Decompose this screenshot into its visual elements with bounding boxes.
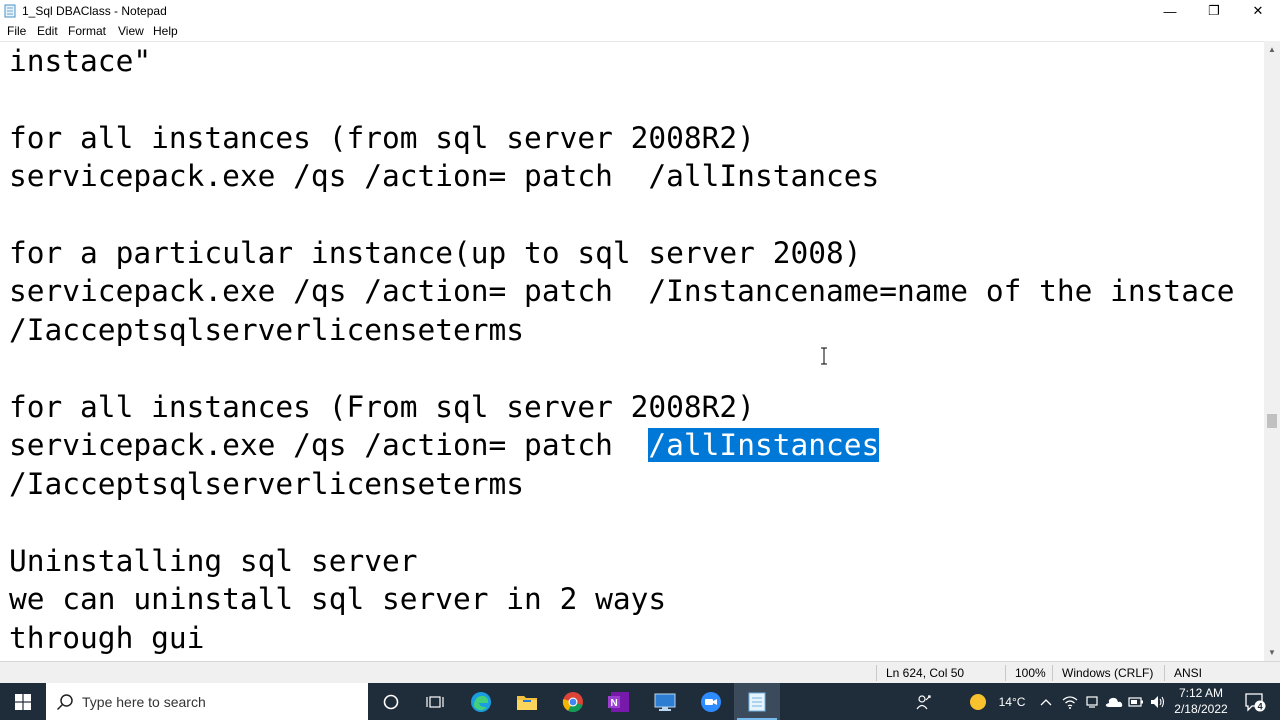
weather-temperature: 14°C (998, 694, 1026, 709)
editor-line: servicepack.exe /qs /action= patch /Inst… (9, 274, 1235, 308)
close-icon: ✕ (1252, 3, 1264, 18)
restore-icon: ❐ (1208, 3, 1220, 18)
taskbar-chrome[interactable] (550, 683, 596, 720)
editor-line: for all instances (From sql server 2008R… (9, 390, 755, 424)
task-view-button[interactable] (412, 683, 458, 720)
volume-button[interactable] (1148, 683, 1168, 720)
wifi-icon (1062, 695, 1078, 709)
editor-line: we can uninstall sql server in 2 ways (9, 582, 667, 616)
scroll-down-icon: ▼ (1268, 648, 1276, 657)
menu-file[interactable]: File (7, 24, 26, 38)
start-button[interactable] (0, 683, 46, 720)
menu-format[interactable]: Format (68, 24, 106, 38)
menu-bar: File Edit Format View Help (0, 22, 1280, 41)
chevron-up-icon (1040, 698, 1052, 705)
task-view-icon (426, 695, 444, 708)
notepad-icon (748, 692, 766, 711)
cloud-icon (1105, 697, 1123, 707)
line-ending: Windows (CRLF) (1062, 666, 1154, 680)
device-icon (1086, 695, 1098, 708)
vertical-scrollbar[interactable]: ▲ ▼ (1264, 41, 1280, 661)
notification-count: 4 (1258, 701, 1263, 711)
window-title: 1_Sql DBAClass - Notepad (22, 4, 167, 18)
cortana-button[interactable] (368, 683, 414, 720)
weather-widget[interactable] (966, 683, 990, 720)
taskbar-notepad[interactable] (734, 683, 780, 720)
menu-help[interactable]: Help (153, 24, 178, 38)
onenote-icon: N (608, 691, 629, 712)
editor-line: /Iacceptsqlserverlicenseterms (9, 467, 525, 501)
status-divider (876, 665, 877, 681)
editor-line: instace" (9, 44, 152, 78)
clock-time: 7:12 AM (1178, 686, 1224, 700)
editor-line: servicepack.exe /qs /action= patch /allI… (9, 159, 880, 193)
editor-line: for a particular instance(up to sql serv… (9, 236, 862, 270)
taskbar-file-explorer[interactable] (504, 683, 550, 720)
search-icon (56, 694, 73, 711)
power-button[interactable] (1126, 683, 1146, 720)
editor-line-text: servicepack.exe /qs /action= patch (9, 428, 649, 462)
status-bar: Ln 624, Col 50 100% Windows (CRLF) ANSI (0, 661, 1280, 684)
taskbar-zoom[interactable] (688, 683, 734, 720)
editor-line: Uninstalling sql server (9, 544, 418, 578)
device-button[interactable] (1082, 683, 1102, 720)
people-button[interactable] (912, 683, 936, 720)
cortana-icon (383, 694, 399, 709)
minimize-button[interactable]: — (1148, 0, 1192, 22)
sun-icon (970, 693, 986, 710)
menu-view[interactable]: View (118, 24, 144, 38)
cursor-position: Ln 624, Col 50 (886, 666, 965, 680)
windows-logo-icon (15, 693, 31, 710)
editor-line: /Iacceptsqlserverlicenseterms (9, 313, 525, 347)
editor-line: for all instances (from sql server 2008R… (9, 121, 755, 155)
status-divider (1052, 665, 1053, 681)
scroll-up-icon: ▲ (1268, 45, 1276, 54)
taskbar-clock[interactable]: 7:12 AM 2/18/2022 (1166, 685, 1236, 717)
maximize-button[interactable]: ❐ (1192, 0, 1236, 22)
text-cursor-icon (821, 347, 827, 365)
show-hidden-icons-button[interactable] (1036, 683, 1056, 720)
file-explorer-icon (517, 695, 537, 710)
network-button[interactable] (1060, 683, 1080, 720)
taskbar-remote-desktop[interactable] (642, 683, 688, 720)
action-center-button[interactable]: 4 (1238, 683, 1272, 720)
selected-text: /allInstances (648, 428, 880, 462)
onedrive-button[interactable] (1104, 683, 1124, 720)
editor-line: servicepack.exe /qs /action= patch /allI… (9, 426, 880, 464)
speaker-icon (1151, 695, 1165, 708)
text-editor[interactable]: instace" for all instances (from sql ser… (0, 41, 1264, 662)
edge-icon (471, 691, 491, 712)
battery-icon (1128, 696, 1143, 707)
menu-edit[interactable]: Edit (37, 24, 58, 38)
scroll-up-button[interactable]: ▲ (1264, 41, 1280, 58)
editor-line: through gui (9, 621, 205, 655)
status-divider (1164, 665, 1165, 681)
clock-date: 2/18/2022 (1174, 702, 1228, 716)
people-icon (916, 694, 931, 709)
taskbar-onenote[interactable]: N (596, 683, 642, 720)
close-button[interactable]: ✕ (1236, 0, 1280, 22)
remote-desktop-icon (654, 693, 676, 711)
search-placeholder: Type here to search (82, 694, 206, 710)
chrome-icon (562, 691, 583, 712)
scrollbar-thumb[interactable] (1267, 414, 1277, 428)
scroll-down-button[interactable]: ▼ (1264, 644, 1280, 661)
title-bar: 1_Sql DBAClass - Notepad — ❐ ✕ (0, 0, 1280, 22)
notification-icon: 4 (1245, 692, 1266, 712)
zoom-level: 100% (1015, 666, 1046, 680)
taskbar-search-box[interactable]: Type here to search (46, 683, 368, 720)
notepad-app-icon (4, 4, 16, 18)
svg-text:N: N (611, 698, 618, 709)
taskbar: Type here to search N 14°C 7:12 AM 2/18/… (0, 683, 1280, 720)
status-divider (1005, 665, 1006, 681)
zoom-icon (701, 691, 721, 712)
minimize-icon: — (1163, 3, 1177, 19)
encoding: ANSI (1174, 666, 1203, 680)
taskbar-edge[interactable] (458, 683, 504, 720)
